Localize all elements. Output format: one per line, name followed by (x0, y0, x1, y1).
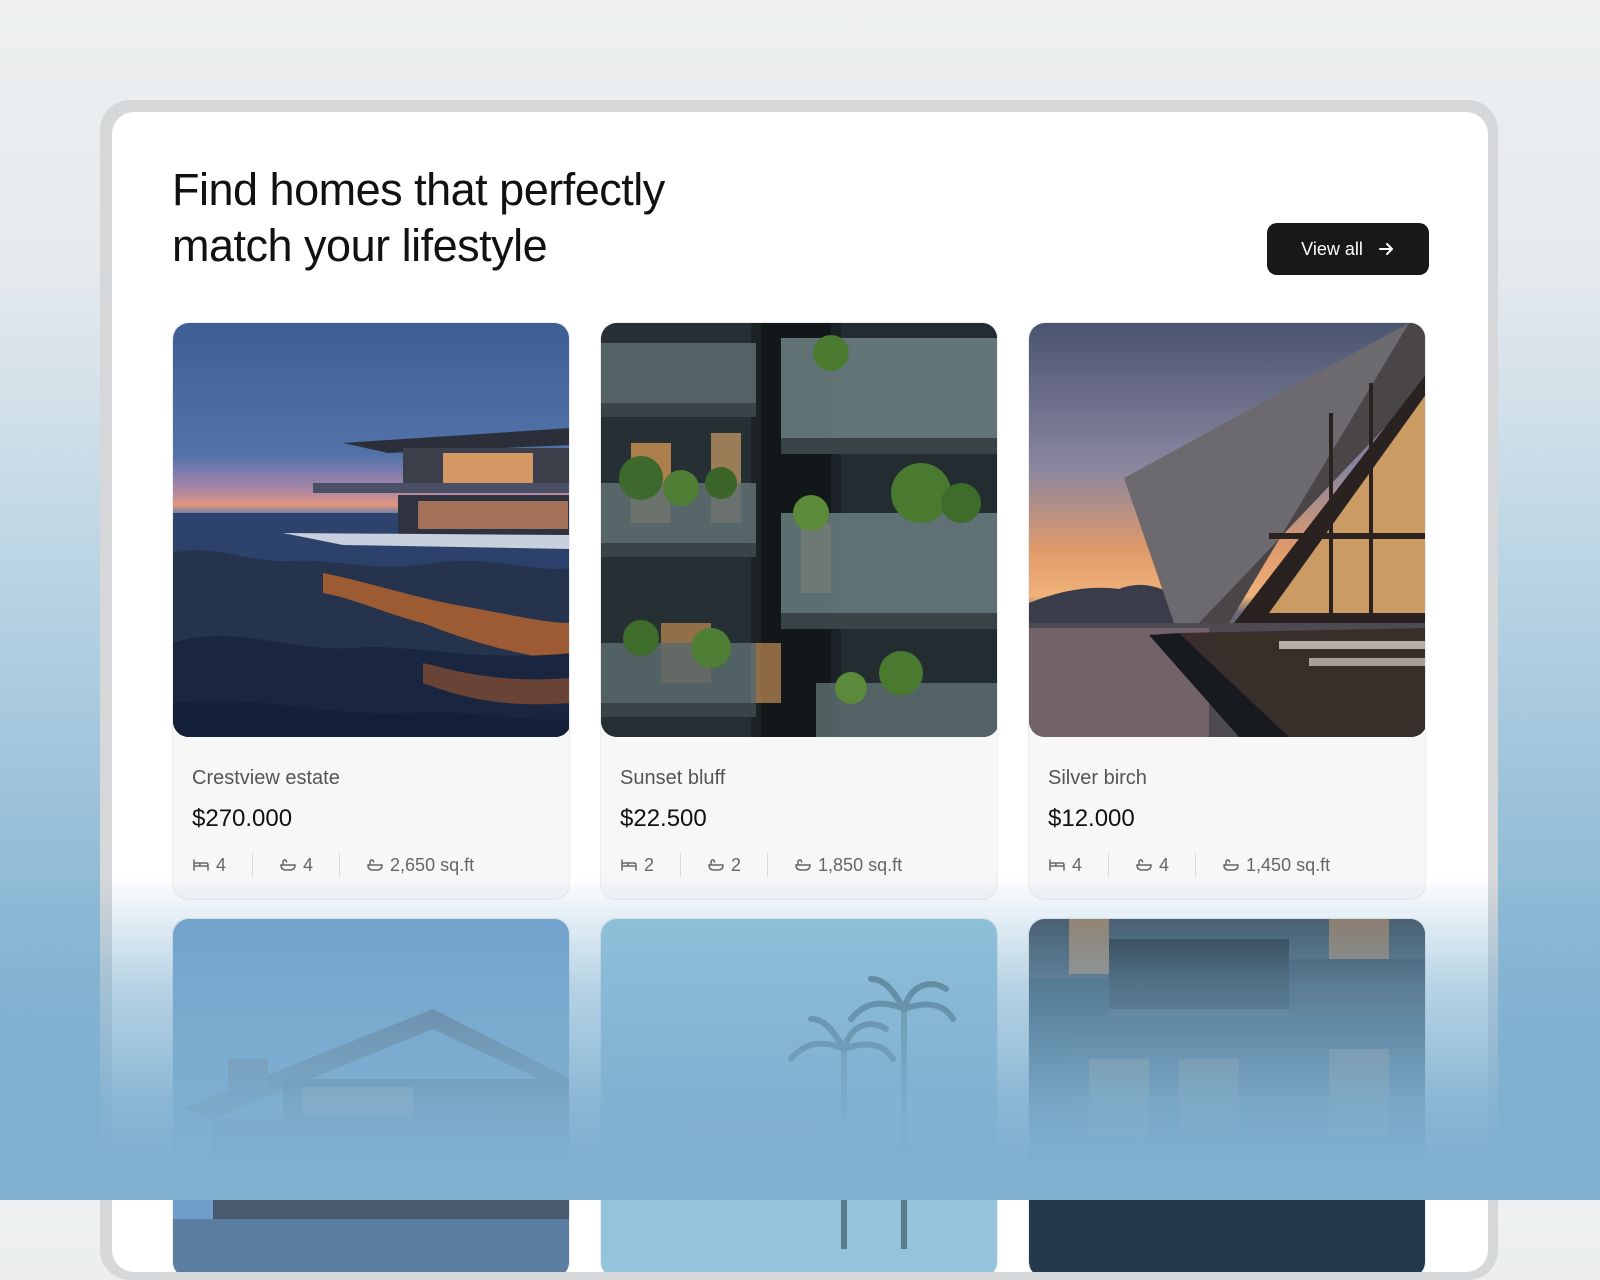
baths-count: 2 (731, 854, 742, 875)
divider (1195, 853, 1197, 877)
baths-feature: 2 (707, 855, 741, 876)
listing-card[interactable]: Silver birch $12.000 4 4 1,450 sq.ft (1028, 322, 1426, 900)
area-feature: 1,450 sq.ft (1222, 855, 1330, 876)
page-title-line1: Find homes that perfectly (172, 164, 665, 215)
listing-photo-modern-house (173, 919, 569, 1272)
page-title-line2: match your lifestyle (172, 220, 548, 271)
area-icon (1223, 859, 1239, 871)
view-all-label: View all (1301, 238, 1363, 259)
divider (339, 853, 341, 877)
listing-photo-apartment-balconies (1029, 919, 1425, 1272)
baths-feature: 4 (1135, 855, 1169, 876)
area-icon (367, 859, 383, 871)
listing-photo-triangle-villa (1029, 323, 1425, 737)
listing-name: Silver birch (1048, 767, 1147, 789)
listing-photo-balcony-tower (601, 323, 997, 737)
listing-features: 2 2 1,850 sq.ft (620, 853, 902, 877)
area-feature: 2,650 sq.ft (366, 855, 474, 876)
beds-count: 2 (644, 854, 655, 875)
listing-photo-cliff-house (173, 323, 569, 737)
listing-card[interactable] (1028, 918, 1426, 1272)
listing-card[interactable] (172, 918, 570, 1272)
area-value: 2,650 sq.ft (390, 854, 475, 875)
divider (1108, 853, 1110, 877)
area-icon (795, 859, 811, 871)
listing-name: Sunset bluff (620, 767, 726, 789)
area-feature: 1,850 sq.ft (794, 855, 902, 876)
listing-card[interactable]: Crestview estate $270.000 4 4 2,650 sq.f… (172, 322, 570, 900)
area-value: 1,450 sq.ft (1246, 854, 1331, 875)
divider (767, 853, 769, 877)
listing-card[interactable]: Sunset bluff $22.500 2 2 1,850 sq.ft (600, 322, 998, 900)
bed-icon (193, 859, 209, 871)
baths-count: 4 (1159, 854, 1170, 875)
baths-count: 4 (303, 854, 314, 875)
beds-count: 4 (216, 854, 227, 875)
bath-icon (280, 859, 296, 871)
divider (680, 853, 682, 877)
listings-panel: Find homes that perfectly match your lif… (112, 112, 1488, 1272)
area-value: 1,850 sq.ft (818, 854, 903, 875)
beds-feature: 4 (192, 855, 226, 876)
bed-icon (621, 859, 637, 871)
beds-feature: 4 (1048, 855, 1082, 876)
listing-features: 4 4 2,650 sq.ft (192, 853, 474, 877)
bath-icon (1136, 859, 1152, 871)
listing-photo-palm-house (601, 919, 997, 1272)
listing-price: $12.000 (1048, 805, 1135, 832)
listing-card[interactable] (600, 918, 998, 1272)
beds-count: 4 (1072, 854, 1083, 875)
beds-feature: 2 (620, 855, 654, 876)
listing-features: 4 4 1,450 sq.ft (1048, 853, 1330, 877)
listing-price: $22.500 (620, 805, 707, 832)
listing-name: Crestview estate (192, 767, 340, 789)
divider (252, 853, 254, 877)
view-all-button[interactable]: View all (1267, 223, 1429, 275)
baths-feature: 4 (279, 855, 313, 876)
listing-price: $270.000 (192, 805, 293, 832)
bath-icon (708, 859, 724, 871)
arrow-right-icon (1378, 243, 1393, 255)
bed-icon (1049, 859, 1065, 871)
page-title: Find homes that perfectly match your lif… (172, 162, 665, 274)
